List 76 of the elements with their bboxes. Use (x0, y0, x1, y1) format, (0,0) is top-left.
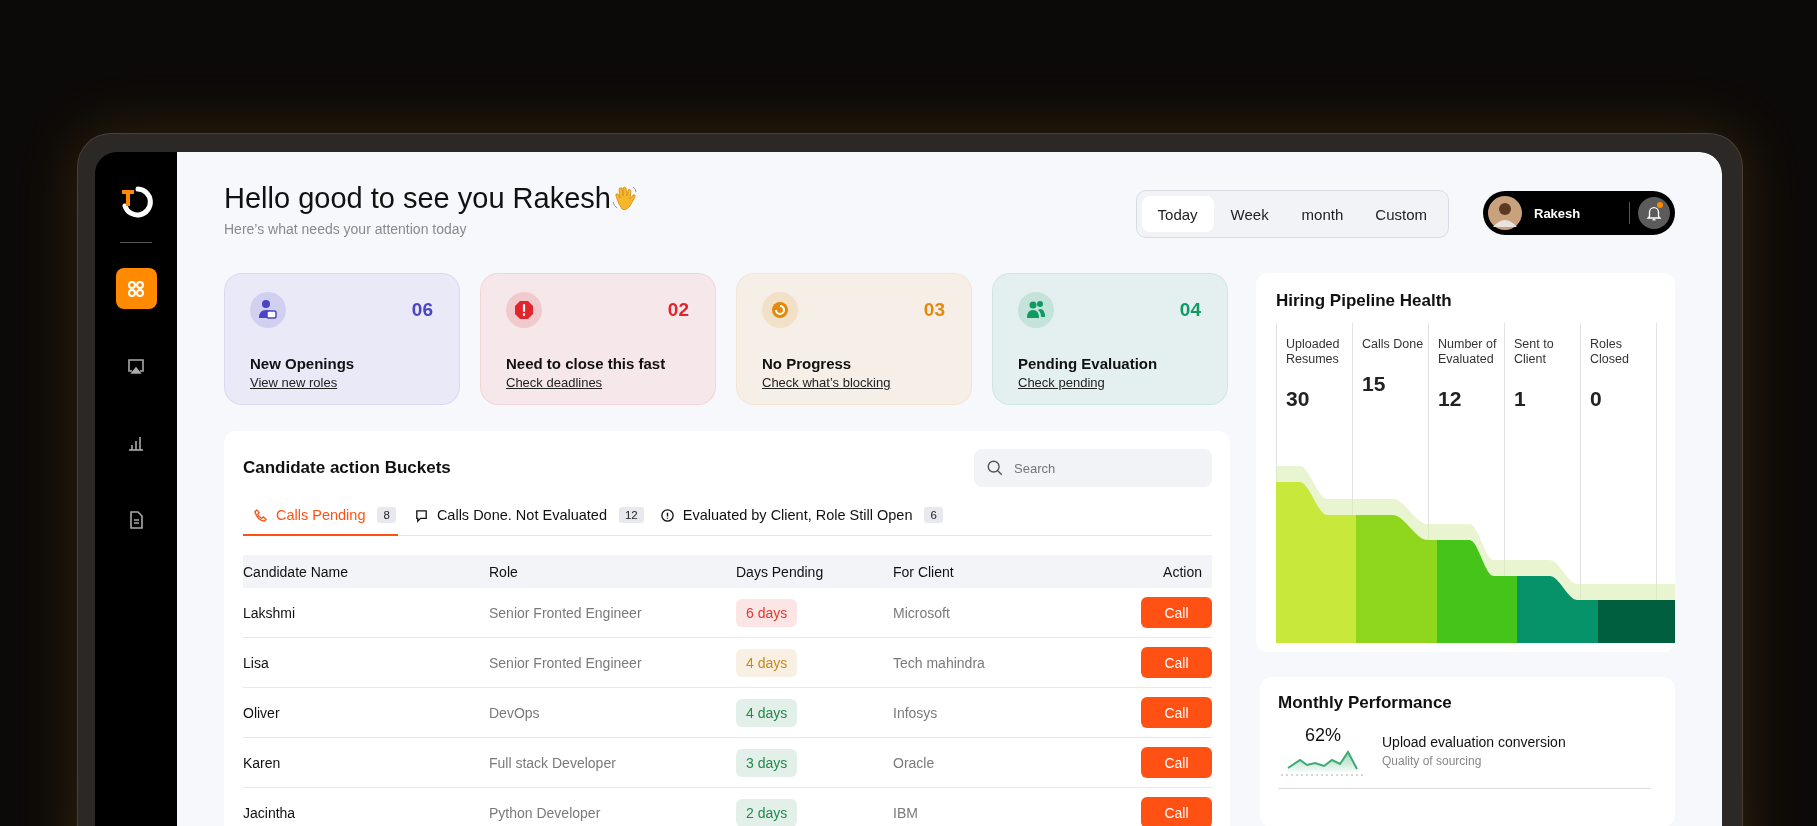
card-link[interactable]: Check pending (1018, 375, 1105, 390)
stage-label: Roles Closed (1590, 337, 1630, 367)
days-badge: 4 days (736, 648, 798, 677)
candidate-name: Lakshmi (243, 604, 297, 621)
metric-caption: Quality of sourcing (1382, 753, 1483, 768)
card-link[interactable]: Check deadlines (506, 375, 603, 390)
column-header: Candidate Name (243, 563, 350, 580)
card-link[interactable]: Check what’s blocking (762, 375, 891, 390)
grid-icon (126, 278, 146, 299)
card-count: 02 (667, 299, 689, 321)
card-count: 04 (1179, 299, 1201, 321)
stage-label: Calls Done (1362, 337, 1425, 352)
notifications-button[interactable] (1638, 197, 1670, 229)
phone-icon (253, 507, 268, 523)
card-title: Pending Evaluation (1018, 355, 1159, 372)
candidate-name: Oliver (243, 704, 281, 721)
candidate-name: Karen (243, 754, 282, 771)
search-field[interactable]: Search (974, 449, 1212, 487)
metric-label: Upload evaluation conversion (1382, 733, 1566, 750)
card-title: No Progress (762, 355, 853, 372)
avatar[interactable] (1488, 196, 1522, 230)
stage-value: 12 (1438, 387, 1463, 411)
people-icon (1018, 292, 1054, 328)
card-title: Monthly Performance (1278, 693, 1453, 713)
bucket-tab[interactable]: Evaluated by Client, Role Still Open 6 (659, 498, 943, 536)
column-header: Action (1162, 563, 1203, 580)
card-title: New Openings (250, 355, 356, 372)
card-title: Need to close this fast (506, 355, 667, 372)
role-cell-text: Python Developer (489, 804, 602, 821)
card-count: 03 (923, 299, 945, 321)
column-header: For Client (893, 563, 955, 580)
client-cell-text: Infosys (893, 704, 939, 721)
days-badge: 3 days (736, 748, 798, 777)
period-tab[interactable]: Week (1213, 196, 1286, 232)
days-badge: 6 days (736, 598, 798, 627)
stage-value: 15 (1362, 372, 1387, 396)
days-badge: 2 days (736, 798, 798, 826)
column-header: Role (489, 563, 519, 580)
client-cell-text: Microsoft (893, 604, 951, 621)
bucket-tab[interactable]: Calls Done. Not Evaluated 12 (413, 498, 644, 536)
card-count: 06 (411, 299, 433, 321)
profile-name: Rakesh (1534, 205, 1581, 221)
panel-title: Candidate action Buckets (243, 458, 451, 478)
client-cell-text: IBM (893, 804, 919, 821)
search-icon (986, 459, 1004, 477)
client-cell-text: Oracle (893, 754, 936, 771)
client-cell-text: Tech mahindra (893, 654, 986, 671)
stage-label: Number of Evaluated (1438, 337, 1498, 367)
stage-value: 30 (1286, 387, 1311, 411)
waving-hand-icon (610, 184, 639, 212)
period-tab[interactable]: Today (1141, 196, 1214, 232)
card-link[interactable]: View new roles (250, 375, 338, 390)
stage-label: Sent to Client (1514, 337, 1555, 367)
days-badge: 4 days (736, 698, 798, 727)
stage-value: 1 (1514, 387, 1527, 411)
period-tab[interactable]: month (1285, 196, 1360, 232)
greeting-heading: Hello good to see you Rakesh (224, 181, 611, 216)
bucket-tab[interactable]: Calls Pending 8 (243, 498, 398, 536)
subtitle: Here’s what needs your attention today (224, 221, 468, 237)
candidate-name: Lisa (243, 654, 270, 671)
alert-icon (659, 507, 675, 523)
candidate-name: Jacintha (243, 804, 297, 821)
column-header: Days Pending (736, 563, 825, 580)
bell-icon (1645, 204, 1663, 222)
role-cell-text: DevOps (489, 704, 541, 721)
person-badge-icon (250, 292, 286, 328)
chat-icon (413, 507, 429, 523)
role-cell-text: Senior Fronted Engineer (489, 654, 643, 671)
period-tab[interactable]: Custom (1359, 196, 1443, 232)
metric-value: 62% (1305, 725, 1341, 746)
card-title: Hiring Pipeline Health (1276, 291, 1453, 311)
stage-value: 0 (1590, 387, 1603, 411)
stage-label: Uploaded Resumes (1286, 337, 1341, 367)
dashboard-nav-item[interactable] (115, 268, 157, 309)
role-cell-text: Senior Fronted Engineer (489, 604, 643, 621)
role-cell-text: Full stack Developer (489, 754, 617, 771)
